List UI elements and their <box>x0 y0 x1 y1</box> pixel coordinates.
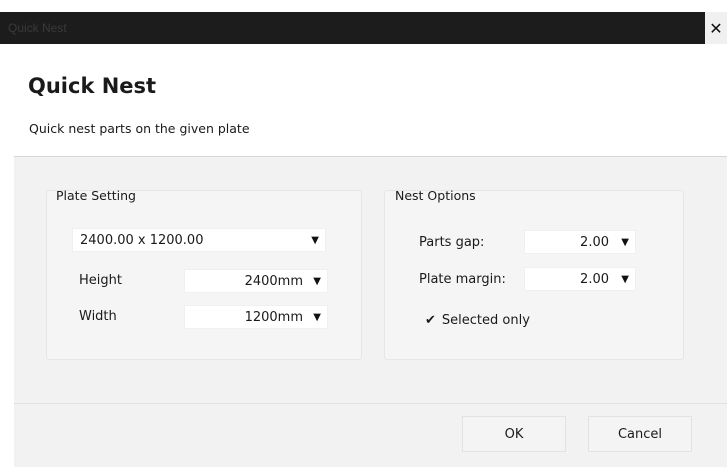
width-value: 1200mm <box>244 310 303 325</box>
parts-gap-combo[interactable]: 2.00 ▼ <box>524 230 636 254</box>
chevron-down-icon: ▼ <box>313 276 321 287</box>
nest-options-label: Nest Options <box>395 188 476 203</box>
height-combo[interactable]: 2400mm ▼ <box>184 269 328 293</box>
plate-margin-combo[interactable]: 2.00 ▼ <box>524 267 636 291</box>
chevron-down-icon: ▼ <box>621 237 629 248</box>
selected-only-checkbox[interactable]: ✔ Selected only <box>425 313 530 328</box>
width-combo[interactable]: 1200mm ▼ <box>184 305 328 329</box>
chevron-down-icon: ▼ <box>621 274 629 285</box>
plate-setting-label: Plate Setting <box>56 188 136 203</box>
plate-margin-value: 2.00 <box>580 272 609 287</box>
title-bar: Quick Nest ✕ <box>0 12 727 44</box>
plate-size-combo[interactable]: 2400.00 x 1200.00 ▼ <box>72 228 326 252</box>
close-button[interactable]: ✕ <box>705 12 727 44</box>
close-icon: ✕ <box>709 18 723 38</box>
dialog-header: Quick Nest Quick nest parts on the given… <box>0 44 727 156</box>
ok-button[interactable]: OK <box>462 416 566 452</box>
window-title: Quick Nest <box>8 21 67 35</box>
selected-only-label: Selected only <box>441 313 530 328</box>
height-value: 2400mm <box>244 274 303 289</box>
cancel-label: Cancel <box>617 426 663 442</box>
plate-size-value: 2400.00 x 1200.00 <box>80 233 204 248</box>
plate-margin-label: Plate margin: <box>419 272 506 287</box>
parts-gap-label: Parts gap: <box>419 235 485 250</box>
chevron-down-icon: ▼ <box>311 235 319 246</box>
chevron-down-icon: ▼ <box>313 312 321 323</box>
checkmark-icon: ✔ <box>425 313 436 328</box>
width-label: Width <box>79 309 117 324</box>
footer-divider <box>14 403 727 404</box>
cancel-button[interactable]: Cancel <box>588 416 692 452</box>
dialog-subtitle: Quick nest parts on the given plate <box>29 121 250 136</box>
parts-gap-value: 2.00 <box>580 235 609 250</box>
ok-label: OK <box>504 426 524 442</box>
height-label: Height <box>79 273 122 288</box>
dialog-title: Quick Nest <box>28 74 157 98</box>
